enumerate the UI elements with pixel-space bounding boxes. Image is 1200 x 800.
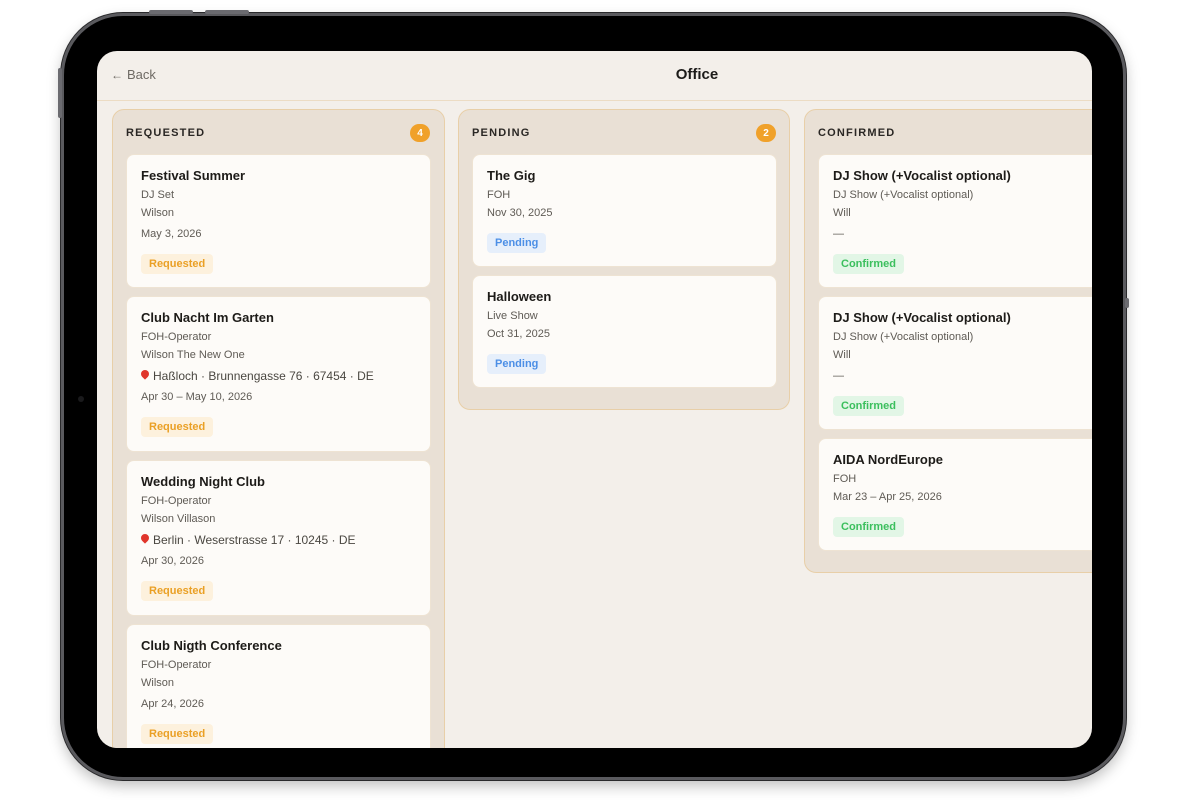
map-pin-icon [141,370,149,381]
card-role: FOH-Operator [141,659,212,671]
card-date: May 3, 2026 [141,228,202,240]
booking-card[interactable]: Festival Summer DJ Set Wilson May 3, 202… [126,154,431,288]
card-title: DJ Show (+Vocalist optional) [833,310,1011,325]
status-badge: Confirmed [833,254,904,274]
booking-card[interactable]: AIDA NordEurope FOH Mar 23 – Apr 25, 202… [818,438,1092,551]
card-person: Will [833,349,851,361]
card-title: Halloween [487,289,552,304]
card-role: FOH [487,189,511,201]
volume-down-button [205,10,249,14]
column-title: CONFIRMED [818,127,896,139]
status-badge: Requested [141,724,214,744]
card-title: The Gig [487,168,536,183]
column-count-badge: 4 [410,124,430,142]
booking-card[interactable]: Wedding Night Club FOH-Operator Wilson V… [126,460,431,616]
card-person: Wilson Villason [141,513,216,525]
app-screen: ← Back Office REQUESTED 4 Festival Summe… [97,51,1092,748]
card-location: Berlin · Weserstrasse 17 · 10245 · DE [141,532,416,548]
card-title: DJ Show (+Vocalist optional) [833,168,1011,183]
column-requested: REQUESTED 4 Festival Summer DJ Set Wilso… [112,109,445,748]
camera-icon [78,396,84,402]
booking-card[interactable]: Halloween Live Show Oct 31, 2025 Pending [472,275,777,388]
booking-card[interactable]: DJ Show (+Vocalist optional) DJ Show (+V… [818,154,1092,288]
card-title: Club Nigth Conference [141,638,282,653]
column-count-badge: 2 [756,124,776,142]
status-badge: Pending [487,354,547,374]
card-date: Oct 31, 2025 [487,328,550,340]
card-location-text: Berlin · Weserstrasse 17 · 10245 · DE [153,533,356,547]
back-button[interactable]: ← Back [111,67,156,82]
booking-card[interactable]: The Gig FOH Nov 30, 2025 Pending [472,154,777,267]
status-badge: Requested [141,254,214,274]
column-confirmed: CONFIRMED DJ Show (+Vocalist optional) D… [804,109,1092,573]
column-title: PENDING [472,127,531,139]
card-role: FOH [833,473,857,485]
arrow-left-icon: ← [111,67,123,82]
card-role: DJ Show (+Vocalist optional) [833,331,974,343]
card-role: FOH-Operator [141,331,212,343]
card-date: — [833,370,844,382]
card-date: Apr 24, 2026 [141,698,204,710]
booking-card[interactable]: Club Nacht Im Garten FOH-Operator Wilson… [126,296,431,452]
card-role: Live Show [487,310,538,322]
status-badge: Requested [141,417,214,437]
map-pin-icon [141,534,149,545]
card-date: Apr 30 – May 10, 2026 [141,391,253,403]
card-date: Apr 30, 2026 [141,555,204,567]
card-location-text: Haßloch · Brunnengasse 76 · 67454 · DE [153,369,374,383]
card-location: Haßloch · Brunnengasse 76 · 67454 · DE [141,368,416,384]
top-bar: ← Back Office [97,51,1092,101]
status-badge: Pending [487,233,547,253]
card-person: Will [833,207,851,219]
card-date: Nov 30, 2025 [487,207,553,219]
card-date: — [833,228,844,240]
booking-card[interactable]: Club Nigth Conference FOH-Operator Wilso… [126,624,431,748]
page-title: Office [675,66,719,83]
card-title: AIDA NordEurope [833,452,944,467]
card-person: Wilson [141,207,175,219]
card-role: DJ Show (+Vocalist optional) [833,189,974,201]
card-person: Wilson The New One [141,349,245,361]
column-pending: PENDING 2 The Gig FOH Nov 30, 2025 Pendi… [458,109,790,410]
back-label: Back [127,67,156,82]
card-role: DJ Set [141,189,175,201]
card-role: FOH-Operator [141,495,212,507]
status-badge: Confirmed [833,396,904,416]
card-date: Mar 23 – Apr 25, 2026 [833,491,942,503]
column-title: REQUESTED [126,127,206,139]
card-title: Festival Summer [141,168,246,183]
card-person: Wilson [141,677,175,689]
status-badge: Requested [141,581,214,601]
status-badge: Confirmed [833,517,904,537]
side-connector [1125,298,1129,308]
booking-card[interactable]: DJ Show (+Vocalist optional) DJ Show (+V… [818,296,1092,430]
power-button [58,68,62,118]
volume-up-button [149,10,193,14]
card-title: Wedding Night Club [141,474,265,489]
card-title: Club Nacht Im Garten [141,310,274,325]
